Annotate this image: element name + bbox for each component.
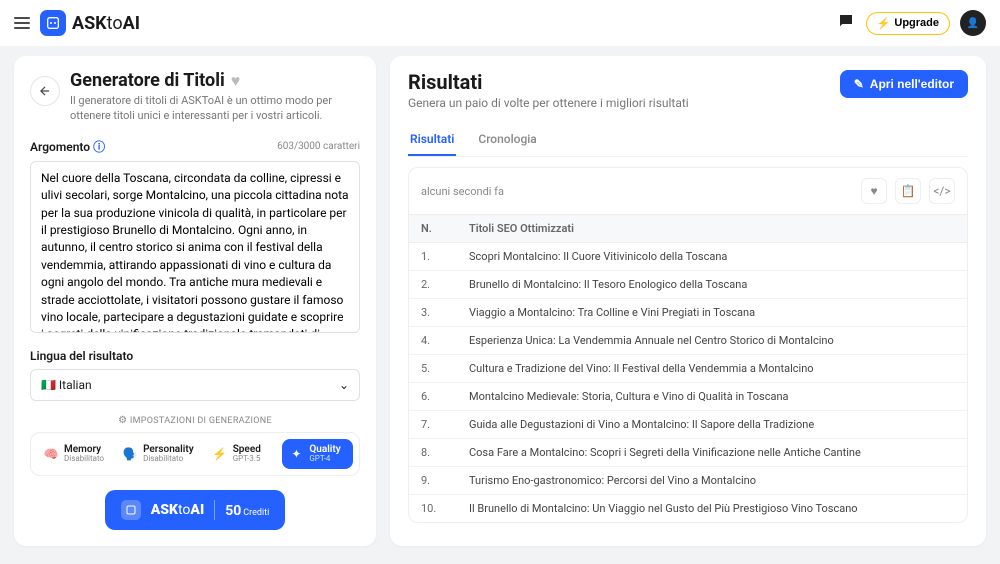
upgrade-label: Upgrade bbox=[894, 17, 939, 29]
result-card: alcuni secondi fa ♥ 📋 </> N. Titoli SEO … bbox=[408, 167, 968, 523]
results-title: Risultati bbox=[408, 70, 689, 94]
chevron-down-icon: ⌄ bbox=[339, 378, 349, 392]
results-tabs: Risultati Cronologia bbox=[408, 124, 968, 157]
table-row: 8.Cosa Fare a Montalcino: Scopri i Segre… bbox=[409, 439, 967, 467]
chip-memory[interactable]: 🧠 MemoryDisabilitato bbox=[37, 439, 110, 469]
row-number: 5. bbox=[409, 355, 457, 383]
back-button[interactable] bbox=[30, 76, 60, 106]
generate-divider bbox=[214, 500, 215, 520]
results-subtitle: Genera un paio di volte per ottenere i m… bbox=[408, 96, 689, 110]
results-header: Risultati Genera un paio di volte per ot… bbox=[408, 70, 968, 110]
lang-label: Lingua del risultato bbox=[30, 349, 360, 363]
chip-quality[interactable]: ✦ QualityGPT-4 bbox=[282, 439, 353, 469]
memory-icon: 🧠 bbox=[43, 446, 59, 462]
row-number: 10. bbox=[409, 495, 457, 523]
info-icon[interactable]: ⓘ bbox=[93, 140, 105, 154]
row-number: 6. bbox=[409, 383, 457, 411]
brand-logo[interactable]: ASKtoAI bbox=[40, 10, 140, 36]
col-title: Titoli SEO Ottimizzati bbox=[457, 215, 967, 243]
language-value: 🇮🇹 Italian bbox=[41, 378, 92, 392]
row-title: Viaggio a Montalcino: Tra Colline e Vini… bbox=[457, 299, 967, 327]
generator-header: Generatore di Titoli ♥ Il generatore di … bbox=[30, 70, 360, 124]
pencil-icon: ✎ bbox=[854, 77, 864, 91]
row-number: 8. bbox=[409, 439, 457, 467]
menu-toggle-button[interactable] bbox=[14, 17, 30, 29]
generation-settings-label: ⚙ IMPOSTAZIONI DI GENERAZIONE bbox=[30, 415, 360, 426]
generate-button[interactable]: ASKtoAI 50Crediti bbox=[105, 490, 286, 530]
language-select[interactable]: 🇮🇹 Italian ⌄ bbox=[30, 369, 360, 401]
row-number: 4. bbox=[409, 327, 457, 355]
argomento-label: Argomento ⓘ bbox=[30, 138, 105, 155]
row-number: 2. bbox=[409, 271, 457, 299]
user-avatar[interactable]: 👤 bbox=[960, 10, 986, 36]
generator-subtitle: Il generatore di titoli di ASKToAI è un … bbox=[70, 93, 360, 124]
table-row: 2.Brunello di Montalcino: Il Tesoro Enol… bbox=[409, 271, 967, 299]
topbar-left: ASKtoAI bbox=[14, 10, 140, 36]
chip-speed[interactable]: ⚡ SpeedGPT-3.5 bbox=[206, 439, 277, 469]
topbar: ASKtoAI ⚡ Upgrade 👤 bbox=[0, 0, 1000, 46]
generate-brand: ASKtoAI bbox=[151, 502, 204, 518]
row-title: Brunello di Montalcino: Il Tesoro Enolog… bbox=[457, 271, 967, 299]
open-editor-button[interactable]: ✎ Apri nell'editor bbox=[840, 70, 968, 98]
results-panel: Risultati Genera un paio di volte per ot… bbox=[390, 56, 986, 546]
result-card-header: alcuni secondi fa ♥ 📋 </> bbox=[409, 168, 967, 214]
table-row: 3.Viaggio a Montalcino: Tra Colline e Vi… bbox=[409, 299, 967, 327]
tab-results[interactable]: Risultati bbox=[408, 124, 456, 156]
chat-icon[interactable] bbox=[836, 12, 856, 34]
row-number: 9. bbox=[409, 467, 457, 495]
bolt-icon: ⚡ bbox=[877, 17, 891, 30]
table-row: 6.Montalcino Medievale: Storia, Cultura … bbox=[409, 383, 967, 411]
row-number: 3. bbox=[409, 299, 457, 327]
generation-chips: 🧠 MemoryDisabilitato 🗣️ PersonalityDisab… bbox=[30, 432, 360, 476]
row-title: Esperienza Unica: La Vendemmia Annuale n… bbox=[457, 327, 967, 355]
main-layout: Generatore di Titoli ♥ Il generatore di … bbox=[0, 46, 1000, 556]
gear-icon: ⚙ bbox=[118, 415, 127, 426]
row-title: Cultura e Tradizione del Vino: Il Festiv… bbox=[457, 355, 967, 383]
argomento-textarea[interactable] bbox=[30, 161, 360, 333]
row-title: Turismo Eno-gastronomico: Percorsi del V… bbox=[457, 467, 967, 495]
char-count: 603/3000 caratteri bbox=[277, 141, 360, 152]
generate-credits: 50Crediti bbox=[225, 500, 269, 519]
table-row: 10.Il Brunello di Montalcino: Un Viaggio… bbox=[409, 495, 967, 523]
topbar-right: ⚡ Upgrade 👤 bbox=[836, 10, 986, 36]
col-number: N. bbox=[409, 215, 457, 243]
row-title: Cosa Fare a Montalcino: Scopri i Segreti… bbox=[457, 439, 967, 467]
table-row: 1.Scopri Montalcino: Il Cuore Vitivinico… bbox=[409, 243, 967, 271]
code-result-button[interactable]: </> bbox=[929, 178, 955, 204]
result-actions: ♥ 📋 </> bbox=[861, 178, 955, 204]
table-row: 7.Guida alle Degustazioni di Vino a Mont… bbox=[409, 411, 967, 439]
row-title: Scopri Montalcino: Il Cuore Vitivinicolo… bbox=[457, 243, 967, 271]
row-title: Il Brunello di Montalcino: Un Viaggio ne… bbox=[457, 495, 967, 523]
tab-history[interactable]: Cronologia bbox=[476, 124, 538, 156]
speed-icon: ⚡ bbox=[212, 446, 228, 462]
row-number: 7. bbox=[409, 411, 457, 439]
result-timestamp: alcuni secondi fa bbox=[421, 185, 504, 198]
row-number: 1. bbox=[409, 243, 457, 271]
copy-result-button[interactable]: 📋 bbox=[895, 178, 921, 204]
generator-panel: Generatore di Titoli ♥ Il generatore di … bbox=[14, 56, 376, 546]
personality-icon: 🗣️ bbox=[122, 446, 138, 462]
table-row: 4.Esperienza Unica: La Vendemmia Annuale… bbox=[409, 327, 967, 355]
table-row: 5.Cultura e Tradizione del Vino: Il Fest… bbox=[409, 355, 967, 383]
quality-icon: ✦ bbox=[288, 446, 304, 462]
brand-logo-icon bbox=[40, 10, 66, 36]
upgrade-button[interactable]: ⚡ Upgrade bbox=[866, 12, 950, 35]
row-title: Guida alle Degustazioni di Vino a Montal… bbox=[457, 411, 967, 439]
row-title: Montalcino Medievale: Storia, Cultura e … bbox=[457, 383, 967, 411]
favorite-icon[interactable]: ♥ bbox=[231, 71, 241, 91]
brand-text: ASKtoAI bbox=[72, 13, 140, 34]
argomento-label-row: Argomento ⓘ 603/3000 caratteri bbox=[30, 138, 360, 155]
title-block: Generatore di Titoli ♥ Il generatore di … bbox=[70, 70, 360, 124]
favorite-result-button[interactable]: ♥ bbox=[861, 178, 887, 204]
table-row: 9.Turismo Eno-gastronomico: Percorsi del… bbox=[409, 467, 967, 495]
generate-logo-icon bbox=[121, 500, 141, 520]
results-table: N. Titoli SEO Ottimizzati 1.Scopri Monta… bbox=[409, 214, 967, 522]
chip-personality[interactable]: 🗣️ PersonalityDisabilitato bbox=[116, 439, 200, 469]
generator-title: Generatore di Titoli ♥ bbox=[70, 70, 360, 91]
